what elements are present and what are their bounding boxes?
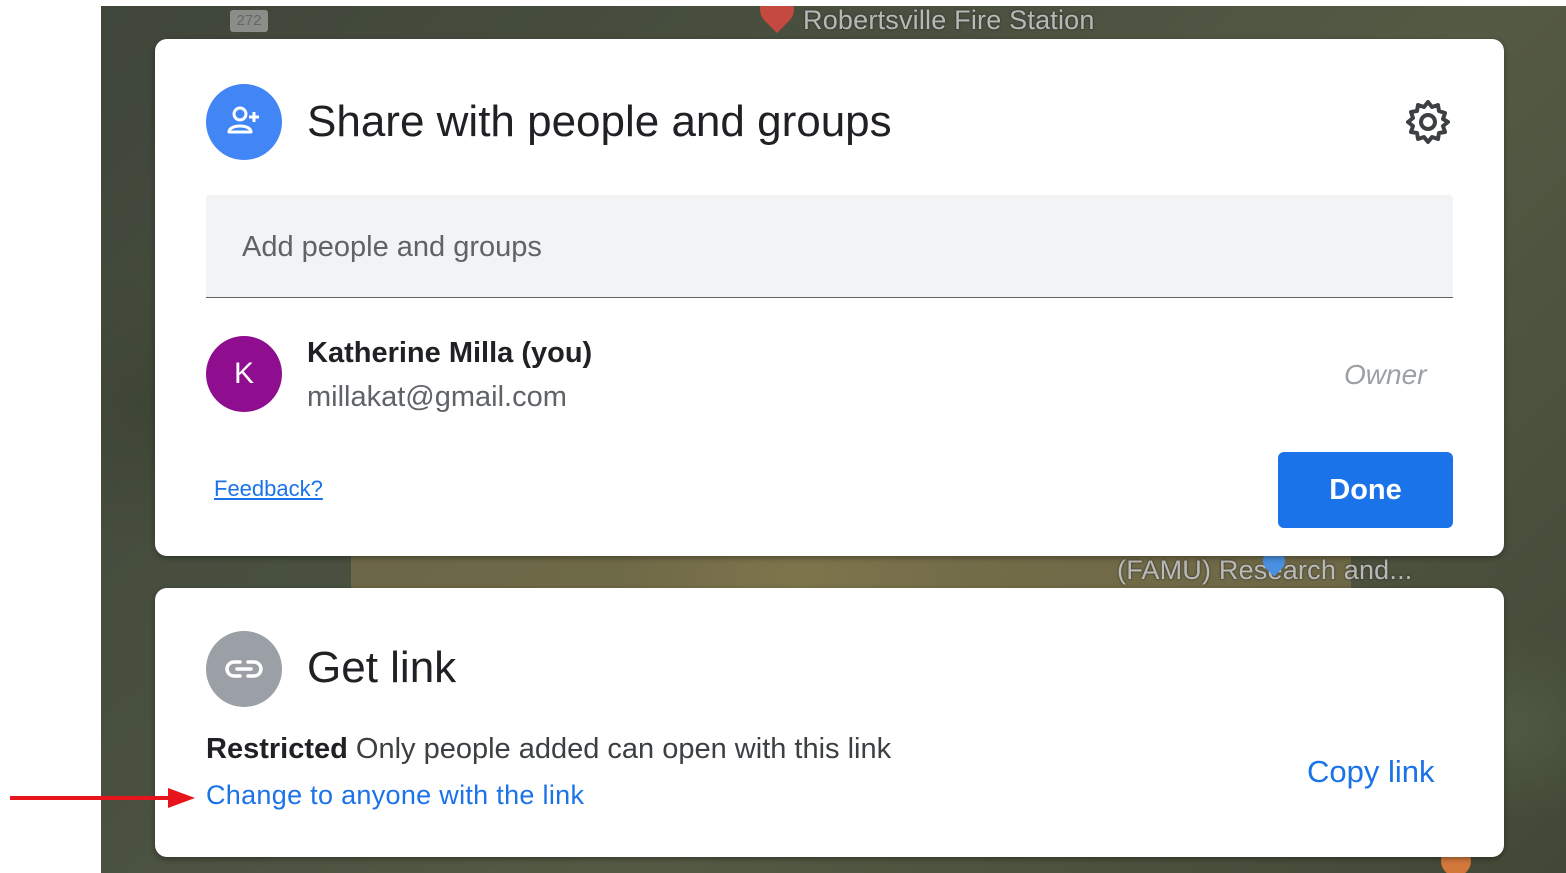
person-role: Owner	[1344, 359, 1427, 390]
feedback-link[interactable]: Feedback?	[214, 476, 323, 502]
link-icon-glyph	[225, 660, 263, 678]
avatar: K	[206, 336, 282, 412]
share-dialog: Share with people and groups K Katherine…	[155, 39, 1504, 556]
add-people-field[interactable]	[206, 195, 1453, 299]
person-email: millakat@gmail.com	[307, 381, 567, 413]
fire-station-pin-icon	[752, 6, 802, 34]
change-to-anyone-link[interactable]: Change to anyone with the link	[206, 780, 584, 811]
settings-gear-icon[interactable]	[1405, 99, 1451, 145]
get-link-dialog: Get link Restricted Only people added ca…	[155, 588, 1504, 857]
map-label-fire-station: Robertsville Fire Station	[803, 6, 1095, 35]
share-dialog-title: Share with people and groups	[307, 97, 892, 146]
restriction-description: Only people added can open with this lin…	[355, 733, 892, 765]
annotation-arrow-icon	[10, 788, 195, 808]
done-button[interactable]: Done	[1278, 452, 1453, 528]
add-person-icon-glyph	[227, 106, 259, 134]
restriction-label: Restricted	[206, 733, 348, 765]
add-person-icon	[206, 84, 282, 160]
link-icon	[206, 631, 282, 707]
route-shield: 272	[230, 10, 268, 32]
copy-link-button[interactable]: Copy link	[1307, 754, 1435, 790]
get-link-title: Get link	[307, 643, 457, 692]
add-people-input[interactable]	[240, 195, 1424, 299]
link-restriction-text: Restricted Only people added can open wi…	[206, 733, 891, 766]
person-name: Katherine Milla (you)	[307, 337, 593, 369]
